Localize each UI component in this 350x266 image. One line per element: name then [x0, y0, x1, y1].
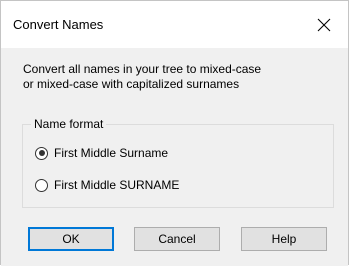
title-bar: Convert Names	[1, 1, 348, 48]
description-line-1: Convert all names in your tree to mixed-…	[23, 62, 262, 76]
close-button[interactable]	[302, 3, 346, 47]
name-format-group: Name format First Middle Surname First M…	[22, 117, 334, 208]
radio-dot	[38, 150, 45, 156]
name-format-legend: Name format	[31, 117, 107, 131]
radio-option-first-middle-surname[interactable]: First Middle Surname	[35, 146, 168, 160]
description-text: Convert all names in your tree to mixed-…	[23, 62, 333, 92]
radio-label: First Middle SURNAME	[54, 178, 180, 192]
radio-label: First Middle Surname	[54, 146, 169, 160]
ok-button[interactable]: OK	[28, 227, 114, 251]
convert-names-dialog: Convert Names Convert all names in your …	[0, 0, 349, 266]
cancel-button[interactable]: Cancel	[134, 227, 220, 251]
dialog-body: Convert all names in your tree to mixed-…	[1, 48, 348, 266]
radio-option-first-middle-surname-caps[interactable]: First Middle SURNAME	[35, 178, 179, 192]
description-line-2: or mixed-case with capitalized surnames	[23, 77, 240, 91]
radio-button-selected[interactable]	[35, 146, 48, 160]
radio-button-unselected[interactable]	[35, 178, 48, 192]
close-icon	[317, 18, 331, 32]
help-button[interactable]: Help	[241, 227, 327, 251]
dialog-title: Convert Names	[13, 17, 104, 32]
